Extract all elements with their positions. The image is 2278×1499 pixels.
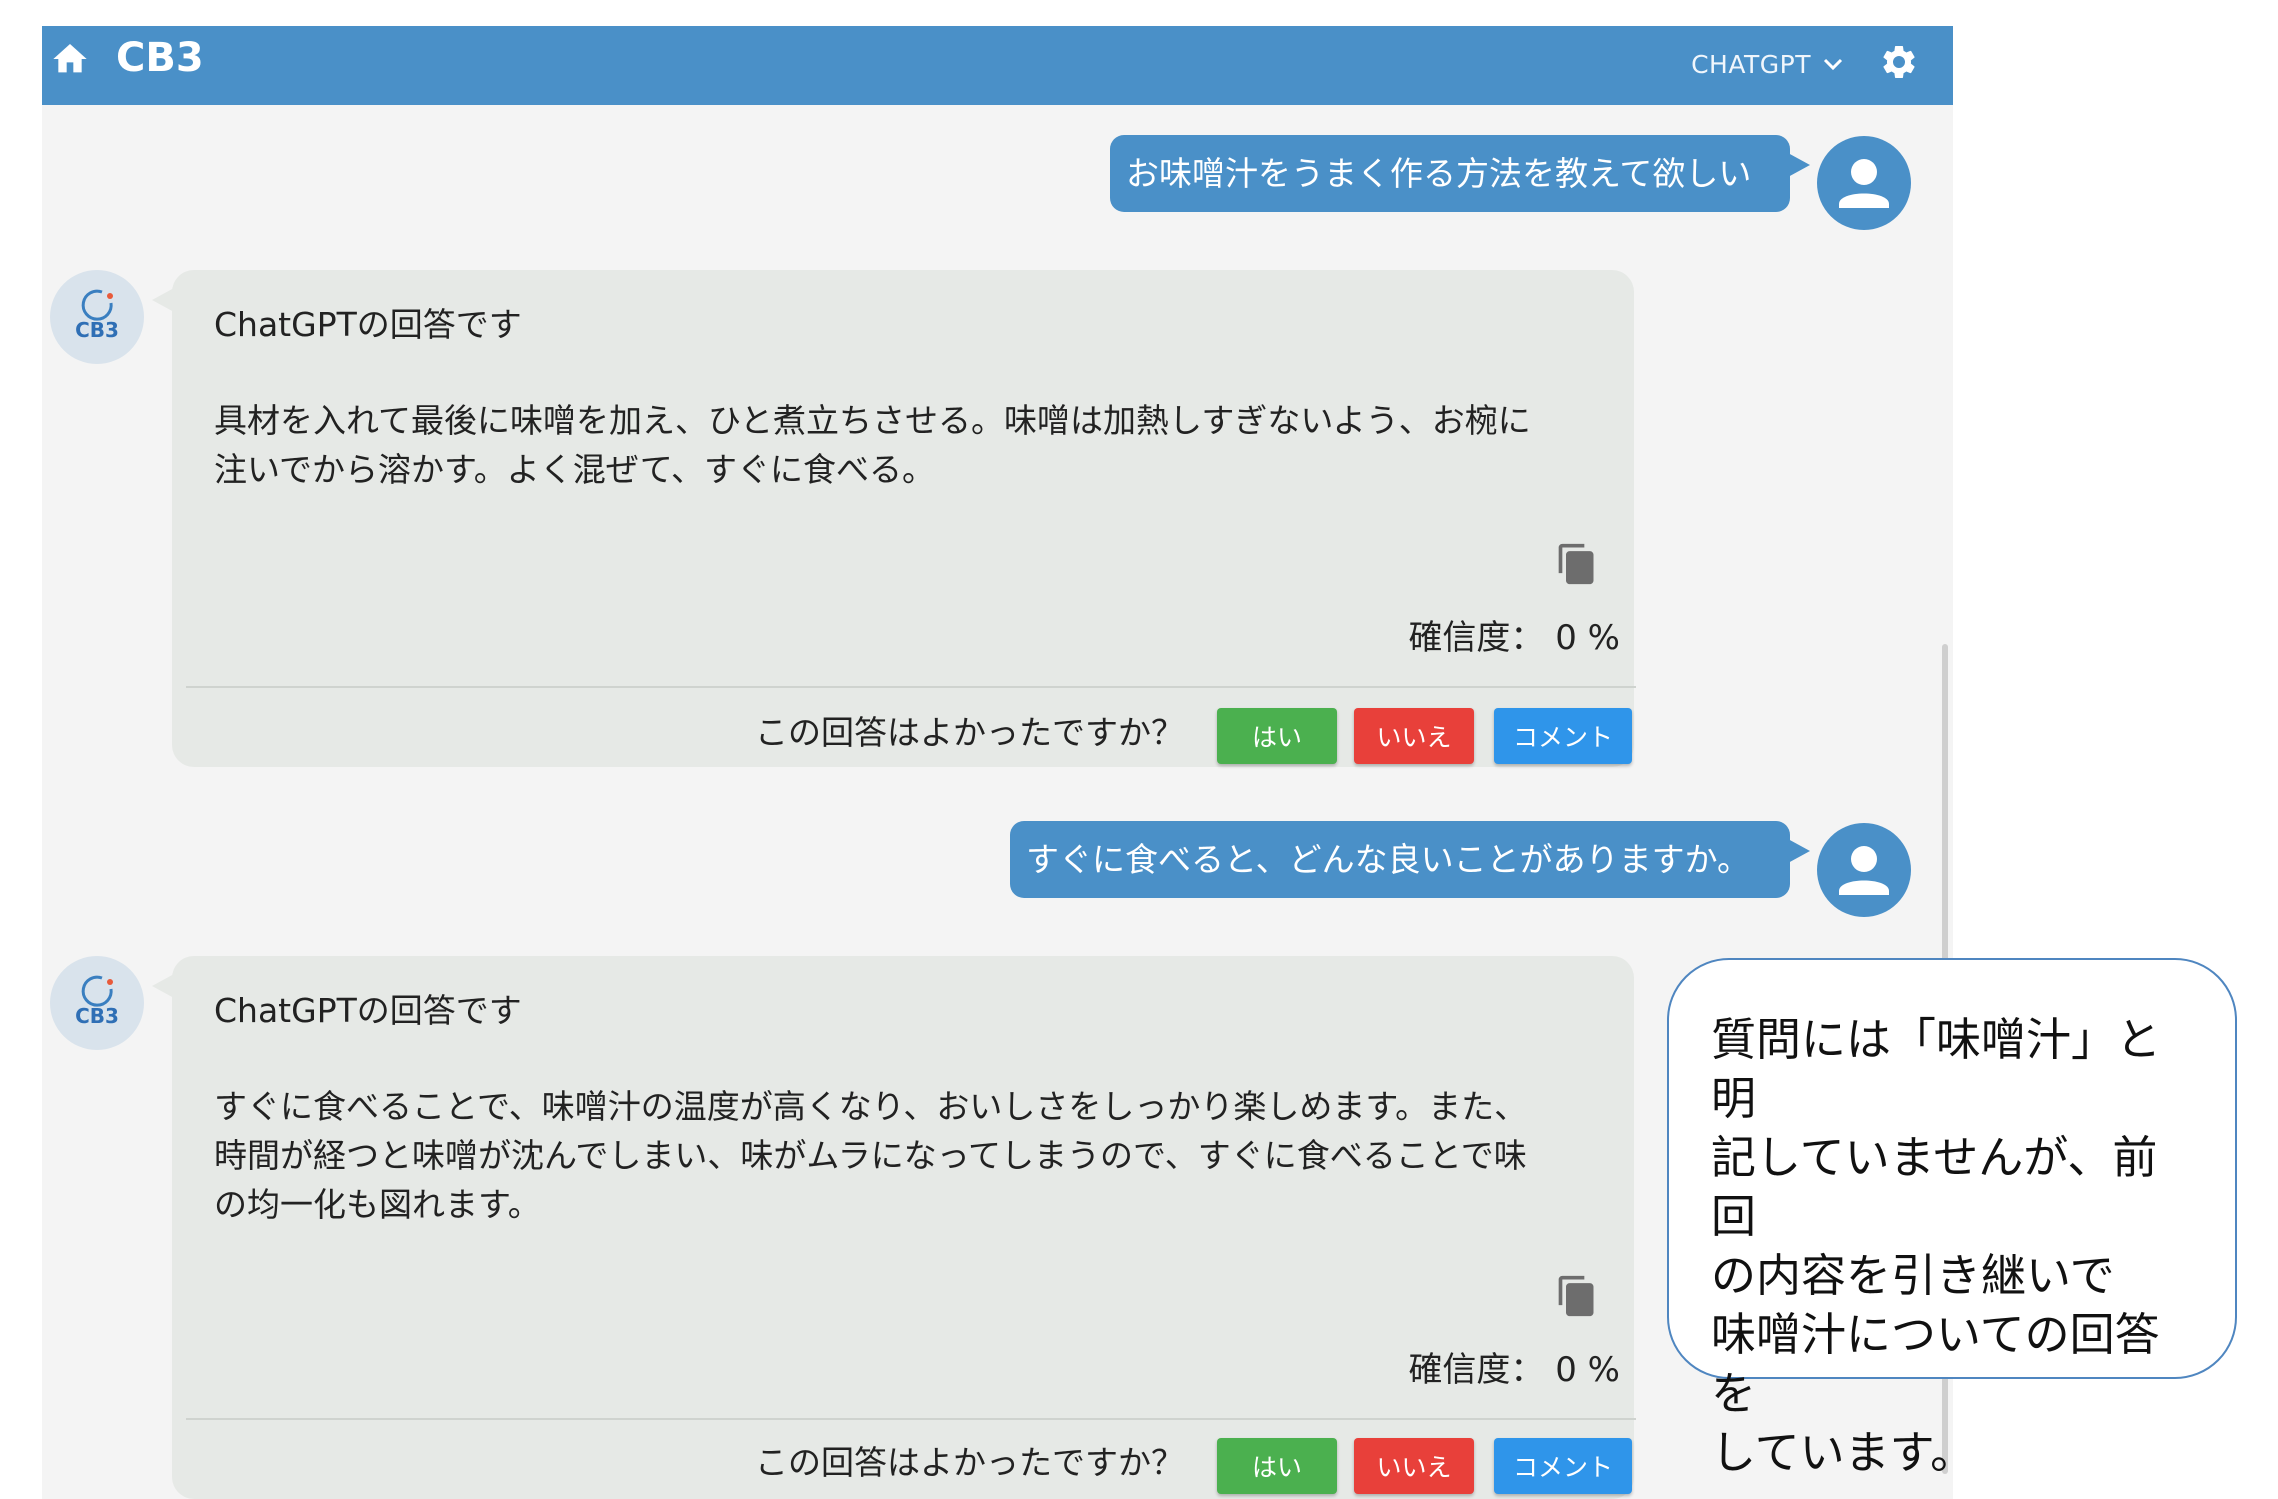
user-message-text: お味噌汁をうまく作る方法を教えて欲しい [1126,154,1752,193]
answer-line: 注いでから溶かす。よく混ぜて、すぐに食べる。 [214,450,936,489]
copy-icon[interactable] [1555,542,1599,586]
user-avatar [1817,823,1911,917]
confidence-score: 確信度： 0 % [1408,1350,1620,1390]
user-message-text: すぐに食べると、どんな良いことがありますか。 [1026,840,1751,879]
bot-answer-card: ChatGPTの回答です 具材を入れて最後に味噌を加え、ひと煮立ちさせる。味噌は… [152,270,1636,767]
answer-heading: ChatGPTの回答です [214,305,522,344]
gear-icon[interactable] [1879,42,1919,82]
callout-line: しています。 [1711,1426,1976,1479]
confidence-score: 確信度： 0 % [1408,618,1620,658]
home-icon[interactable] [50,39,90,79]
divider [186,1418,1636,1420]
answer-line: 具材を入れて最後に味噌を加え、ひと煮立ちさせる。味噌は加熱しすぎないよう、お椀に [214,401,1531,440]
no-button[interactable]: いいえ [1354,708,1474,764]
answer-body: すぐに食べることで、味噌汁の温度が高くなり、おいしさをしっかり楽しめます。また、… [214,1082,1614,1229]
callout-line: 質問には「味噌汁」と明 [1711,1013,2162,1125]
comment-button[interactable]: コメント [1494,708,1632,764]
top-bar: CB3 CHATGPT [42,26,1953,105]
cb3-logo-text: CB3 [75,1004,119,1028]
cb3-logo-text: CB3 [75,318,119,342]
no-button[interactable]: いいえ [1354,1438,1474,1494]
comment-button[interactable]: コメント [1494,1438,1632,1494]
answer-line: すぐに食べることで、味噌汁の温度が高くなり、おいしさをしっかり楽しめます。また、 [214,1087,1528,1126]
bot-answer-card: ChatGPTの回答です すぐに食べることで、味噌汁の温度が高くなり、おいしさを… [152,956,1636,1499]
app-title: CB3 [116,35,204,81]
annotation-callout: 質問には「味噌汁」と明 記していませんが、前回 の内容を引き継いで 味噌汁につい… [1667,958,2237,1479]
copy-icon[interactable] [1555,1274,1599,1318]
user-avatar-icon [1839,846,1889,895]
answer-body: 具材を入れて最後に味噌を加え、ひと煮立ちさせる。味噌は加熱しすぎないよう、お椀に… [214,396,1614,494]
model-selector-label: CHATGPT [1691,49,1811,79]
feedback-question: この回答はよかったですか？ [755,1443,1184,1482]
answer-heading: ChatGPTの回答です [214,991,522,1030]
answer-line: 時間が経つと味噌が沈んでしまい、味がムラになってしまうので、すぐに食べることで味 [214,1136,1527,1175]
cb3-logo-icon: CB3 [75,975,119,1028]
answer-line: の均一化も図れます。 [214,1185,541,1224]
bot-avatar: CB3 [50,956,144,1050]
user-avatar [1817,136,1911,230]
user-message-bubble: お味噌汁をうまく作る方法を教えて欲しい [1110,135,1810,212]
user-avatar-icon [1839,159,1889,208]
bot-avatar: CB3 [50,270,144,364]
feedback-question: この回答はよかったですか？ [755,713,1184,752]
callout-line: 記していませんが、前回 [1711,1131,2158,1243]
chevron-down-icon [1823,58,1843,71]
divider [186,686,1636,688]
callout-line: 味噌汁についての回答を [1711,1308,2160,1420]
model-selector[interactable]: CHATGPT [1691,44,1843,84]
yes-button[interactable]: はい [1217,708,1337,764]
user-message-bubble: すぐに食べると、どんな良いことがありますか。 [1010,821,1810,898]
cb3-logo-icon: CB3 [75,289,119,342]
yes-button[interactable]: はい [1217,1438,1337,1494]
callout-line: の内容を引き継いで [1711,1249,2115,1302]
